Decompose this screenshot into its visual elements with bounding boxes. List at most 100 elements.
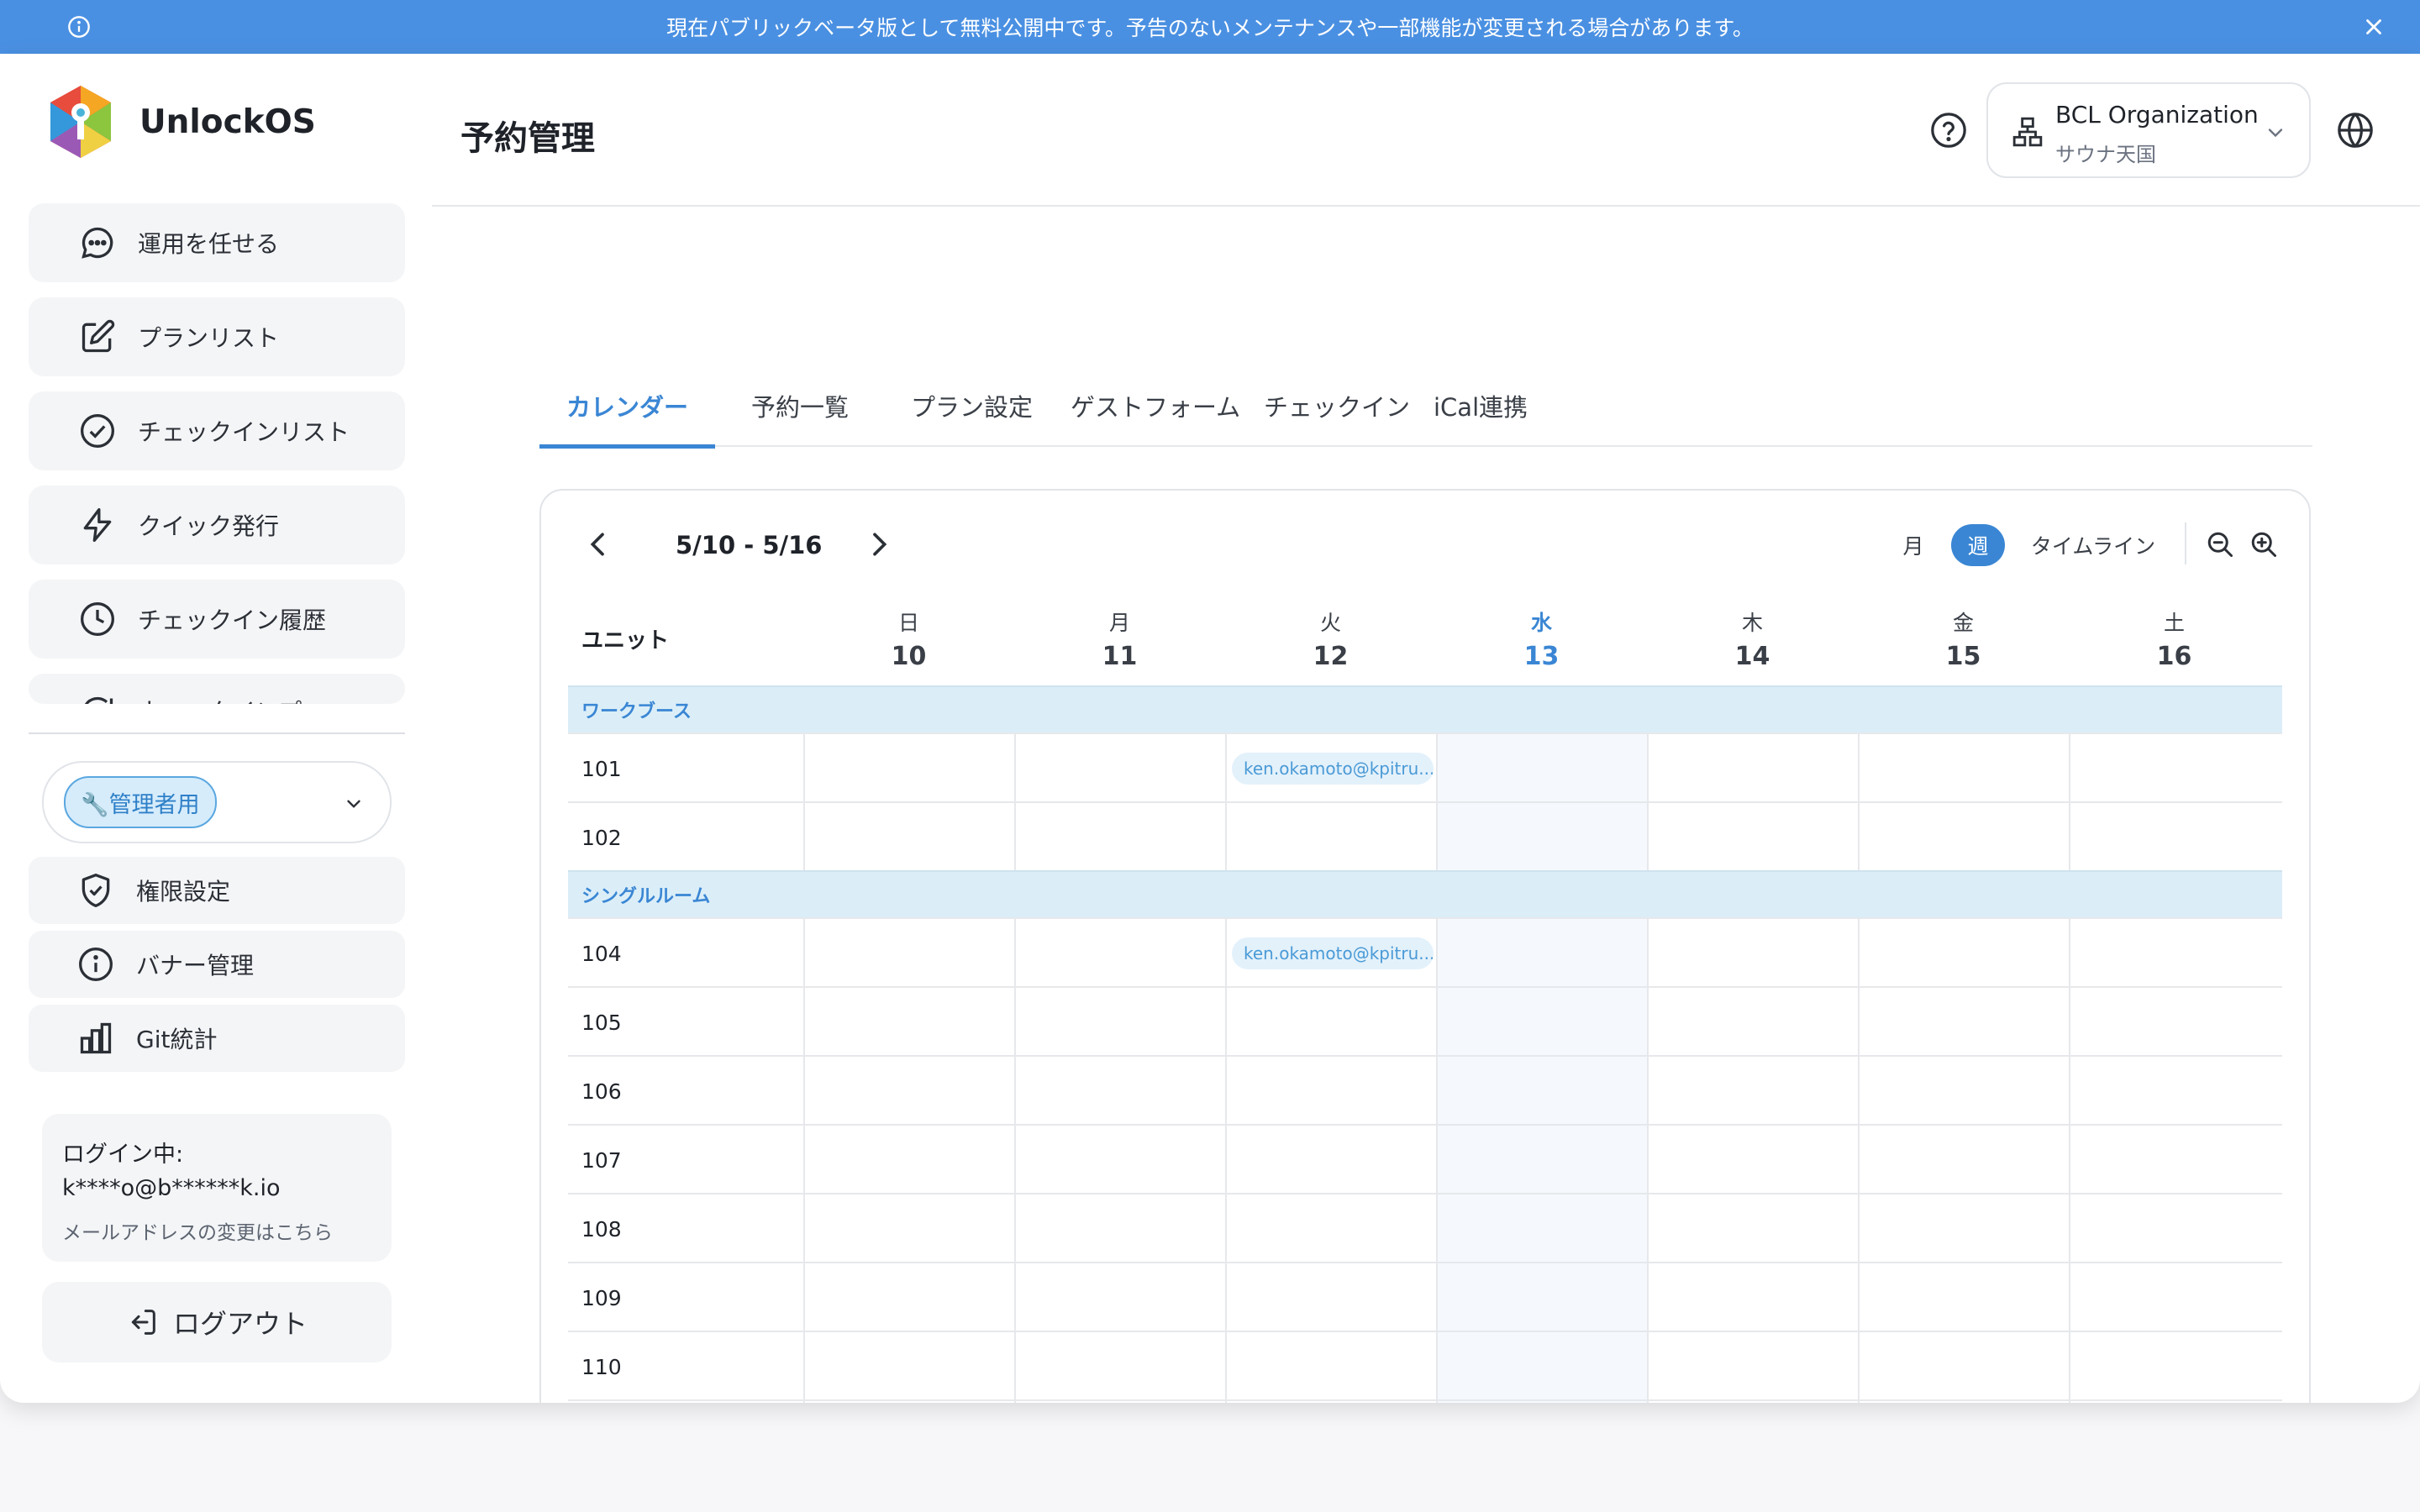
day-cell[interactable] — [1858, 734, 2069, 803]
day-cell[interactable] — [1858, 988, 2069, 1057]
day-cell[interactable] — [1436, 1263, 1647, 1332]
day-cell[interactable] — [1014, 734, 1225, 803]
day-cell[interactable] — [803, 1057, 1014, 1126]
day-cell[interactable] — [1436, 1401, 1647, 1403]
sidebar-item-plan-list[interactable]: プランリスト — [29, 297, 405, 376]
globe-icon[interactable] — [2336, 111, 2375, 150]
day-cell[interactable] — [1225, 1263, 1436, 1332]
booking-chip[interactable]: ken.okamoto@kpitru... — [1232, 753, 1434, 785]
day-cell[interactable] — [803, 734, 1014, 803]
day-cell[interactable] — [1014, 1263, 1225, 1332]
day-cell[interactable] — [1858, 1126, 2069, 1194]
view-month-button[interactable]: 月 — [1892, 524, 1934, 566]
day-cell[interactable] — [1647, 803, 1858, 872]
day-cell[interactable] — [1647, 1263, 1858, 1332]
day-cell[interactable] — [1014, 1057, 1225, 1126]
zoom-in-icon[interactable] — [2249, 529, 2279, 559]
day-cell[interactable] — [1436, 803, 1647, 872]
day-cell[interactable] — [1436, 1126, 1647, 1194]
day-cell[interactable] — [2069, 1263, 2280, 1332]
day-cell[interactable] — [2069, 1401, 2280, 1403]
help-icon[interactable] — [1929, 111, 1968, 150]
day-cell[interactable] — [803, 1332, 1014, 1401]
view-week-button[interactable]: 週 — [1951, 524, 2005, 566]
day-cell[interactable] — [2069, 1057, 2280, 1126]
day-cell[interactable] — [1014, 919, 1225, 988]
day-cell[interactable] — [803, 988, 1014, 1057]
day-cell[interactable] — [1436, 1057, 1647, 1126]
tab-plan-settings[interactable]: プラン設定 — [884, 365, 1060, 447]
brand[interactable]: UnlockOS — [47, 84, 316, 160]
day-cell[interactable] — [1225, 1332, 1436, 1401]
day-cell[interactable] — [1647, 734, 1858, 803]
day-cell[interactable] — [1014, 803, 1225, 872]
day-cell[interactable] — [1436, 734, 1647, 803]
zoom-out-icon[interactable] — [2205, 529, 2235, 559]
tab-guest-form[interactable]: ゲストフォーム — [1044, 365, 1267, 447]
day-cell[interactable] — [1647, 1194, 1858, 1263]
day-cell[interactable] — [1225, 1126, 1436, 1194]
day-cell[interactable] — [1225, 803, 1436, 872]
org-selector[interactable]: BCL Organization サウナ天国 — [1986, 82, 2311, 178]
day-cell[interactable] — [1436, 919, 1647, 988]
day-cell[interactable] — [2069, 1126, 2280, 1194]
day-cell[interactable]: ken.okamoto@kpitru... — [1225, 734, 1436, 803]
day-cell[interactable] — [1858, 919, 2069, 988]
day-cell[interactable] — [803, 919, 1014, 988]
day-cell[interactable] — [1225, 1194, 1436, 1263]
day-cell[interactable] — [1858, 1057, 2069, 1126]
day-cell[interactable] — [1225, 988, 1436, 1057]
day-cell[interactable] — [1647, 1057, 1858, 1126]
day-cell[interactable] — [2069, 803, 2280, 872]
day-cell[interactable] — [1858, 1194, 2069, 1263]
sidebar-item-banner-admin[interactable]: バナー管理 — [29, 931, 405, 998]
sidebar-item-checkin-list[interactable]: チェックインリスト — [29, 391, 405, 470]
day-cell[interactable] — [1436, 988, 1647, 1057]
change-email-link[interactable]: メールアドレスの変更はこちら — [62, 1216, 371, 1245]
day-cell[interactable] — [1647, 988, 1858, 1057]
tab-calendar[interactable]: カレンダー — [539, 365, 716, 449]
day-cell[interactable] — [1647, 1401, 1858, 1403]
day-cell[interactable] — [2069, 1194, 2280, 1263]
day-cell[interactable] — [1014, 1332, 1225, 1401]
day-cell[interactable] — [803, 1194, 1014, 1263]
view-timeline-button[interactable]: タイムライン — [2022, 524, 2165, 566]
day-cell[interactable] — [1014, 1194, 1225, 1263]
booking-chip[interactable]: ken.okamoto@kpitru... — [1232, 937, 1434, 969]
sidebar-item-quick-issue[interactable]: クイック発行 — [29, 486, 405, 564]
chevron-left-icon[interactable] — [581, 528, 615, 561]
day-cell[interactable] — [1225, 1057, 1436, 1126]
logout-button[interactable]: ログアウト — [42, 1282, 392, 1362]
sidebar-item-checkin-history[interactable]: チェックイン履歴 — [29, 580, 405, 659]
chevron-right-icon[interactable] — [862, 528, 896, 561]
day-cell[interactable] — [2069, 734, 2280, 803]
day-cell[interactable] — [2069, 1332, 2280, 1401]
day-cell[interactable] — [803, 1401, 1014, 1403]
tab-ical[interactable]: iCal連携 — [1407, 365, 1555, 447]
day-cell[interactable] — [803, 1263, 1014, 1332]
sidebar-item-git-stats[interactable]: Git統計 — [29, 1005, 405, 1072]
day-cell[interactable] — [1225, 1401, 1436, 1403]
day-cell[interactable] — [1858, 1263, 2069, 1332]
day-cell[interactable] — [1436, 1332, 1647, 1401]
role-select[interactable]: 🔧管理者用 — [42, 761, 392, 843]
day-cell[interactable] — [1647, 1126, 1858, 1194]
day-cell[interactable] — [1647, 1332, 1858, 1401]
day-cell[interactable] — [1014, 1401, 1225, 1403]
day-cell[interactable] — [1858, 1332, 2069, 1401]
day-cell[interactable] — [1858, 1401, 2069, 1403]
day-cell[interactable] — [803, 803, 1014, 872]
sidebar-item-walkin[interactable]: ウォークインプ — [29, 674, 405, 704]
close-icon[interactable] — [2361, 14, 2386, 39]
day-cell[interactable] — [1436, 1194, 1647, 1263]
day-cell[interactable] — [2069, 919, 2280, 988]
tab-reservation-list[interactable]: 予約一覧 — [724, 365, 876, 447]
sidebar-item-operation[interactable]: 運用を任せる — [29, 203, 405, 282]
day-cell[interactable] — [1014, 1126, 1225, 1194]
day-cell[interactable] — [1858, 803, 2069, 872]
day-cell[interactable] — [2069, 988, 2280, 1057]
day-cell[interactable] — [1647, 919, 1858, 988]
day-cell[interactable]: ken.okamoto@kpitru... — [1225, 919, 1436, 988]
day-cell[interactable] — [1014, 988, 1225, 1057]
day-cell[interactable] — [803, 1126, 1014, 1194]
